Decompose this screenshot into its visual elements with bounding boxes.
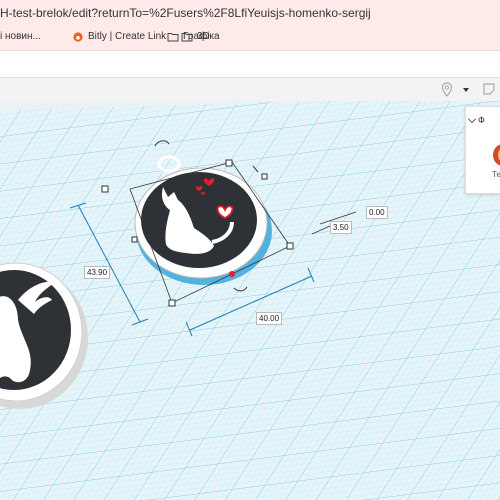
dropdown-arrow-icon[interactable]: [462, 86, 470, 94]
url-text[interactable]: H-test-brelok/edit?returnTo=%2Fusers%2F8…: [0, 6, 371, 20]
bookmark-label: Bitly | Create Link: [88, 31, 167, 42]
resize-handle[interactable]: [131, 236, 138, 243]
resize-handle[interactable]: [168, 299, 176, 307]
elevation-dimension-label[interactable]: 0.00: [366, 206, 388, 219]
resize-handle[interactable]: [101, 185, 109, 193]
chevron-down-icon[interactable]: [467, 114, 477, 124]
address-bar[interactable]: H-test-brelok/edit?returnTo=%2Fusers%2F8…: [0, 0, 500, 26]
shapes-panel: Ф Те: [465, 106, 500, 194]
resize-handle[interactable]: [261, 173, 268, 180]
resize-handle[interactable]: [225, 159, 233, 167]
bookmark-3d[interactable]: 3D: [181, 31, 210, 42]
width-dimension-label[interactable]: 40.00: [256, 312, 283, 325]
bookmark-label: 3D: [197, 31, 210, 42]
height-dimension-label[interactable]: 3.50: [330, 221, 352, 234]
bookmarks-bar: і новин... Bitly | Create Link Графіка 3…: [0, 26, 500, 51]
workplane-viewport[interactable]: 43.90 40.00 3.50 0.00: [0, 101, 500, 500]
panel-caption: Те: [492, 170, 500, 179]
folder-icon: [181, 32, 193, 41]
tinkercad-shape-icon[interactable]: [492, 143, 500, 167]
folder-icon: [167, 32, 179, 41]
app-header: [0, 51, 500, 77]
editor-toolbar: [0, 77, 500, 103]
workplane-canvas[interactable]: [0, 101, 500, 500]
resize-handle[interactable]: [286, 242, 294, 250]
bitly-icon: [73, 31, 83, 42]
pin-icon[interactable]: [441, 82, 453, 98]
bookmark-bitly[interactable]: Bitly | Create Link: [72, 31, 166, 42]
notes-icon[interactable]: [482, 82, 496, 96]
bookmark-label: і новин...: [0, 31, 41, 42]
height-handle[interactable]: [229, 271, 235, 277]
bookmark-news[interactable]: і новин...: [0, 31, 41, 42]
depth-dimension-label[interactable]: 43.90: [84, 266, 111, 279]
panel-title: Ф: [478, 115, 485, 125]
